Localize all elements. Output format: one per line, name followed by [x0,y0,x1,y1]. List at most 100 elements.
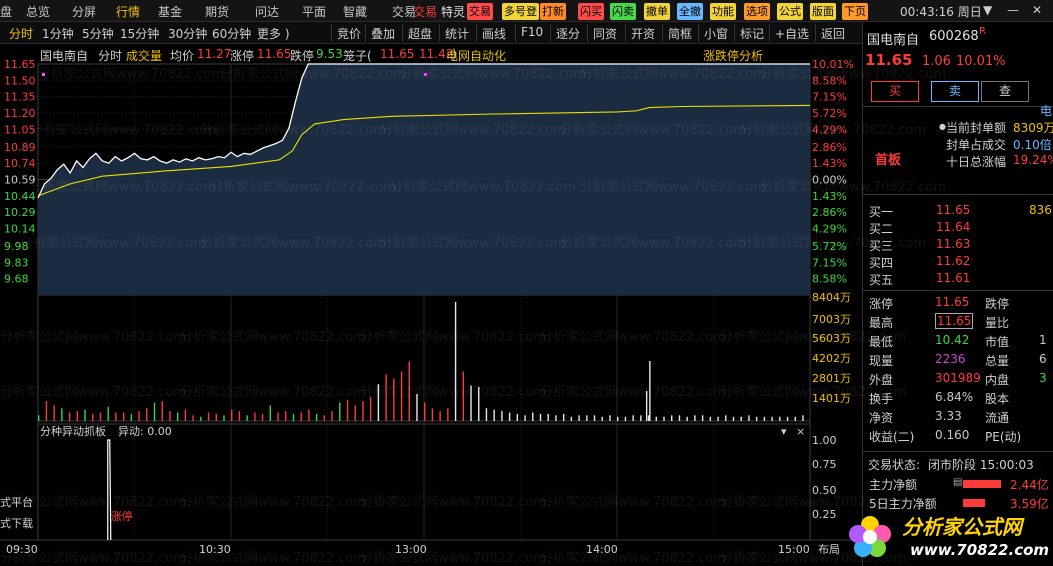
volume-axis-label: 4202万 [812,352,851,365]
side-link[interactable]: 式下载 [0,517,33,530]
price-axis-label: 11.50 [4,74,36,87]
stat-label-1-a: 最高 [869,316,894,330]
pct-axis-label: 4.29% [812,223,847,236]
volume-axis-label: 5603万 [812,332,851,345]
volume-bar [624,416,627,421]
bid-price-2: 11.63 [936,237,971,251]
stat-label-5-a: 换手 [869,392,894,406]
volume-bar [470,385,472,421]
volume-bar [339,402,341,421]
volume-bar [779,416,781,421]
price-axis-label: 10.44 [4,190,36,203]
pct-axis-label: 7.15% [812,91,847,104]
volume-bar [462,371,464,421]
volume-bar [686,416,688,421]
volume-bar [223,415,225,421]
volume-bar [369,396,372,421]
volume-bar [315,413,318,421]
volume-bar [292,413,295,421]
volume-bar [246,415,248,421]
volume-bar [732,416,735,421]
volume-bar [146,408,148,421]
stat-label-7-a: 收益(二) [869,430,915,444]
indicator-menu-icon[interactable]: ▾ [781,425,787,438]
indicator-close-icon[interactable]: × [796,425,805,438]
indicator-axis-label: 0.75 [812,458,837,471]
seal-label-1: 封单占成交 [946,138,1007,152]
volume-bar [99,412,102,421]
sell-button[interactable]: 卖 [931,81,979,102]
volume-bar [439,411,441,421]
bid-price-1: 11.64 [936,220,971,234]
pct-axis-label: 10.01% [812,58,854,71]
volume-bar [424,402,426,421]
volume-bar [647,415,650,421]
volume-bar [740,416,742,421]
price-axis-label: 11.35 [4,91,36,104]
quote-stock-name: 国电南自 [867,33,920,48]
bid-price-3: 11.62 [936,254,971,268]
volume-bar [593,415,596,421]
side-link[interactable]: 式平台 [0,495,33,509]
volume-bar [138,411,140,421]
volume-bar [478,387,480,421]
clock-text: 00:43:16 周日 [900,5,982,19]
volume-bar [555,415,557,421]
stat-value-1-a: 11.65 [935,313,974,329]
pct-axis-label: 0.00% [812,174,847,187]
pct-axis-label: 1.43% [812,190,847,203]
indicator-axis-label: 0.25 [812,508,837,521]
volume-bar [300,412,302,421]
indicator-title[interactable]: 分种异动抓板 [40,424,106,438]
status-value: 闭市阶段 15:00:03 [928,458,1034,472]
volume-bar [709,416,712,421]
volume-bar [68,412,71,421]
volume-bar [169,411,171,421]
volume-bar [161,401,163,421]
volume-bar [38,415,40,421]
volume-bar [354,405,356,421]
site-logo: 分析家公式网 www.70822.com [840,505,1053,566]
volume-bar [601,416,603,421]
time-axis-label: 10:30 [199,543,231,556]
volume-bar [454,302,457,421]
intraday-chart[interactable]: 11.65 10.01% 11.50 8.58% 11.35 7.15% 11.20 5.72… [0,0,862,566]
stat-value-3-b: 6 [1039,352,1047,366]
pct-axis-label: 8.58% [812,74,847,87]
query-button[interactable]: 查 [981,81,1029,102]
volume-bar [308,409,310,421]
marker-dot [42,73,45,76]
stat-value-6-a: 3.33 [935,409,962,423]
stat-label-0-b: 跌停 [985,297,1010,311]
volume-bar [771,416,773,421]
volume-bar [285,411,287,421]
volume-bar [416,394,418,421]
bid-volume-0: 836 [1029,203,1052,217]
volume-bar [153,402,156,421]
status-label: 交易状态: [868,458,921,472]
volume-axis-label: 8404万 [812,291,851,304]
pct-axis-label: 1.43% [812,157,847,170]
minimize-icon[interactable]: — [1007,3,1019,17]
volume-bar [431,408,434,421]
volume-bar [645,391,648,421]
stat-value-3-a: 2236 [935,352,966,366]
volume-bar [663,416,665,421]
time-axis-label: 14:00 [586,543,618,556]
layout-button[interactable]: 布局 [818,543,840,556]
volume-bar [586,415,588,421]
shirt-icon[interactable]: ▼ [983,3,992,17]
close-icon[interactable]: ✕ [1032,3,1042,17]
volume-bar [254,412,256,421]
marker-dot [424,73,427,76]
buy-button[interactable]: 买 [871,81,919,102]
bid-label-3: 买四 [869,256,894,270]
volume-bar [192,415,194,421]
price-axis-label: 9.98 [4,240,29,253]
volume-bar [61,408,63,421]
bid-price-4: 11.61 [936,271,971,285]
volume-bar [231,409,233,421]
volume-bar [385,374,387,421]
seal-label-0: 当前封单额 [946,121,1007,135]
volume-bar [346,399,349,421]
